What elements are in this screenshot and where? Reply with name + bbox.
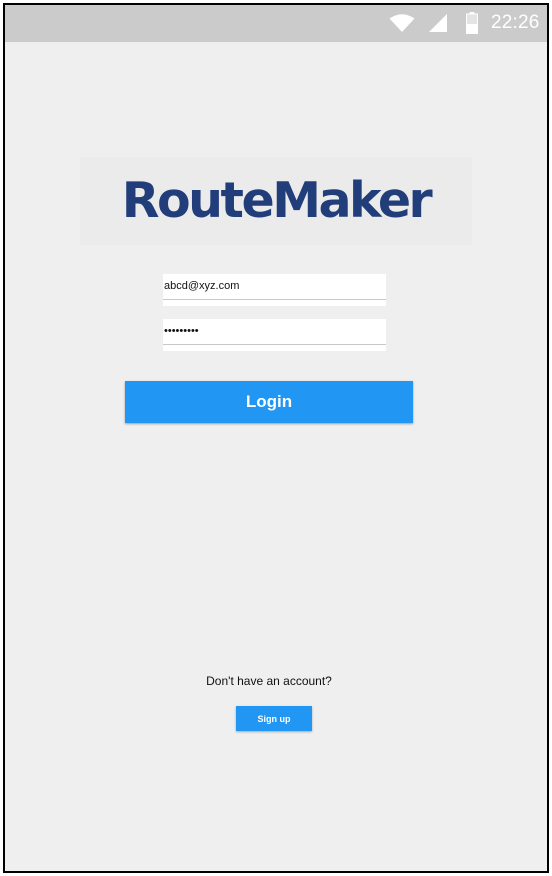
- phone-screen: 22:26 RouteMaker Login Don't have an acc…: [3, 3, 549, 873]
- email-input[interactable]: [163, 274, 386, 298]
- battery-icon: [466, 12, 478, 34]
- password-field[interactable]: [163, 319, 386, 351]
- app-logo: RouteMaker: [80, 157, 472, 245]
- login-button[interactable]: Login: [125, 381, 413, 423]
- status-bar: 22:26: [5, 5, 547, 42]
- wifi-icon: [389, 14, 415, 32]
- signup-prompt-text: Don't have an account?: [206, 674, 332, 688]
- email-field[interactable]: [163, 274, 386, 306]
- status-bar-time: 22:26: [491, 12, 540, 33]
- password-input[interactable]: [163, 319, 386, 343]
- cellular-signal-icon: [429, 14, 447, 32]
- signup-button[interactable]: Sign up: [236, 706, 312, 731]
- app-logo-text: RouteMaker: [121, 172, 433, 229]
- password-field-underline: [163, 344, 386, 345]
- email-field-underline: [163, 299, 386, 300]
